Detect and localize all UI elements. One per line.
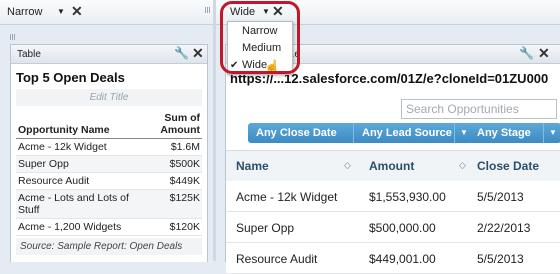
close-date-cell: 5/5/2013 [477, 252, 524, 266]
table-row: Acme - 12k Widget $1.6M [16, 138, 202, 156]
report-title: Top 5 Open Deals [16, 70, 125, 85]
name-cell: Resource Audit [236, 252, 318, 266]
filter-label: Any Close Date [256, 127, 337, 139]
chevron-down-icon: ▼ [57, 7, 65, 16]
grid-header-row: Name ◇ Amount ◇ Close Date [226, 150, 560, 182]
filter-lead-source[interactable]: Any Lead Source ▼ [354, 123, 473, 143]
column-header-close-date[interactable]: Close Date [477, 159, 539, 173]
opportunity-name-cell: Resource Audit [16, 172, 132, 190]
grid-row[interactable]: Resource Audit $449,001.00 5/5/2013 [226, 243, 560, 274]
amount-cell: $1.6M [132, 138, 202, 156]
close-date-cell: 2/22/2013 [477, 221, 531, 235]
name-cell: Super Opp [236, 221, 295, 235]
table-row: Acme - 1,200 Widgets $120K [16, 218, 202, 236]
opportunity-name-cell: Acme - 12k Widget [16, 138, 132, 156]
amount-cell: $1,553,930.00 [369, 190, 446, 204]
sort-icon[interactable]: ◇ [344, 160, 351, 171]
filter-label: Any Stage [477, 127, 531, 139]
name-cell: Acme - 12k Widget [236, 190, 338, 204]
search-input[interactable]: Search Opportunities [401, 99, 557, 119]
grip-icon[interactable] [205, 7, 210, 13]
component-type-label: Table [17, 49, 41, 60]
highlight-annotation [220, 1, 300, 74]
sort-icon[interactable]: ◇ [459, 160, 466, 171]
wrench-icon[interactable]: 🔧 [519, 46, 534, 60]
column-divider[interactable] [213, 0, 216, 261]
amount-cell: $120K [132, 218, 202, 236]
column-header-amount[interactable]: Amount [369, 159, 414, 173]
amount-cell: $500K [132, 155, 202, 173]
wrench-icon[interactable]: 🔧 [174, 46, 189, 60]
opportunity-list-component: ...e 🔧 ✕ https://...12.salesforce.com/01… [225, 44, 560, 274]
filter-stage[interactable]: Any Stage ▼ [469, 123, 560, 143]
amount-cell: $500,000.00 [369, 221, 436, 235]
report-table: Opportunity Name Sum of Amount Acme - 12… [16, 110, 202, 236]
close-date-cell: 5/5/2013 [477, 190, 524, 204]
opportunity-name-cell: Acme - 1,200 Widgets [16, 218, 132, 236]
edit-title-field[interactable]: Edit Title [16, 89, 202, 106]
filter-label: Any Lead Source [362, 127, 452, 139]
report-source: Source: Sample Report: Open Deals [16, 238, 202, 255]
component-header: Table 🔧 ✕ [11, 45, 207, 64]
amount-cell: $125K [132, 189, 202, 219]
table-row: Resource Audit $449K [16, 172, 202, 190]
grid-row[interactable]: Acme - 12k Widget $1,553,930.00 5/5/2013 [226, 181, 560, 212]
left-column-width-select[interactable]: Narrow ▼ [7, 6, 65, 18]
table-row: Super Opp $500K [16, 155, 202, 173]
report-table-component: Table 🔧 ✕ Top 5 Open Deals Edit Title Op… [10, 44, 208, 262]
column-header: Opportunity Name [16, 110, 132, 139]
grip-icon[interactable] [10, 34, 15, 40]
left-column-header: Narrow ▼ ✕ [0, 0, 213, 25]
close-icon[interactable]: ✕ [192, 45, 204, 62]
opportunity-name-cell: Super Opp [16, 155, 132, 173]
grid-row[interactable]: Super Opp $500,000.00 2/22/2013 [226, 212, 560, 243]
column-header: Sum of Amount [132, 110, 202, 139]
close-icon[interactable]: ✕ [71, 4, 83, 18]
amount-cell: $449,001.00 [369, 252, 436, 266]
close-icon[interactable]: ✕ [538, 45, 550, 62]
column-header-name[interactable]: Name [236, 159, 269, 173]
chevron-down-icon[interactable]: ▼ [543, 123, 560, 143]
opportunity-name-cell: Acme - Lots and Lots of Stuff [16, 189, 132, 219]
amount-cell: $449K [132, 172, 202, 190]
left-width-value: Narrow [7, 6, 43, 18]
table-row: Acme - Lots and Lots of Stuff $125K [16, 189, 202, 219]
